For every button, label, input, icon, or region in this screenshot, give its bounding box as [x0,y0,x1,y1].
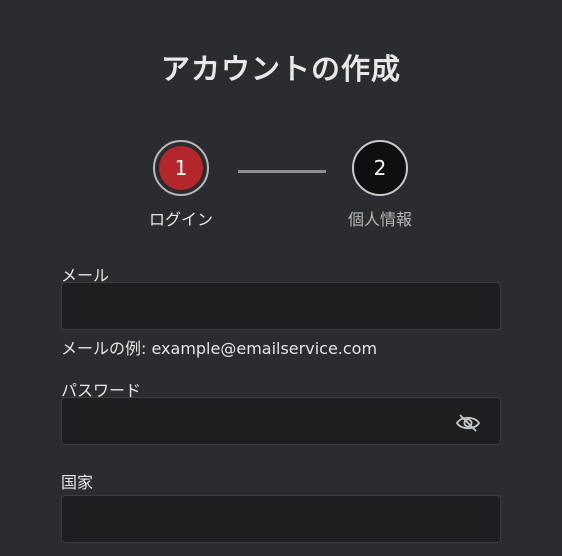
step-label: ログイン [148,210,213,229]
page-title: アカウントの作成 [160,52,401,86]
step-circle-inactive: 2 [352,140,408,196]
password-field[interactable] [61,397,501,445]
eye-slash-icon[interactable] [455,413,481,433]
step-number: 2 [373,156,387,180]
step-connector [238,170,326,173]
step-personal-info[interactable]: 2 個人情報 [320,140,440,230]
email-field[interactable] [61,282,501,330]
email-helper-text: メールの例: example@emailservice.com [61,339,378,358]
step-circle-active: 1 [153,140,209,196]
country-field[interactable] [61,495,501,543]
step-indicator: 1 [159,146,203,190]
step-label: 個人情報 [347,210,412,229]
step-login[interactable]: 1 ログイン [121,140,241,230]
stepper: 1 ログイン 2 個人情報 [0,140,562,240]
country-label: 国家 [61,473,94,492]
step-number: 1 [174,156,188,180]
